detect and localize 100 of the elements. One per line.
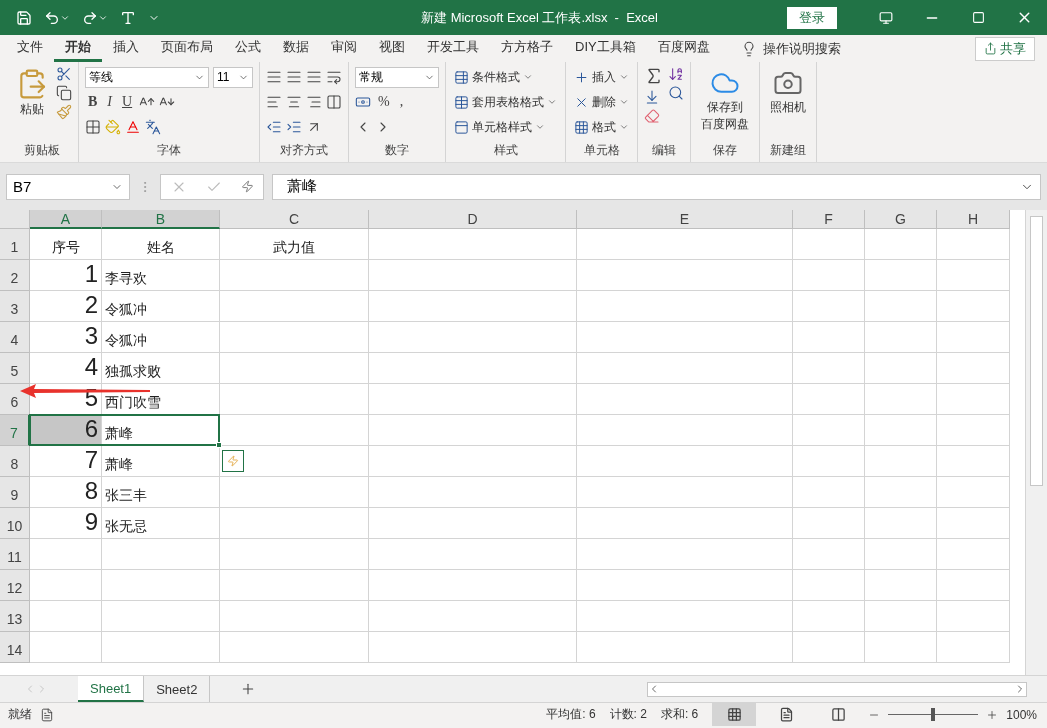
status-text: 就绪 bbox=[8, 706, 32, 723]
table-cell: 4 bbox=[30, 353, 102, 384]
sheet-tab[interactable]: Sheet1 bbox=[78, 676, 145, 702]
menu-tab[interactable]: 开始 bbox=[54, 35, 102, 62]
table-cell bbox=[30, 632, 102, 663]
vertical-scrollbar[interactable] bbox=[1025, 210, 1047, 675]
wrap-text-icon[interactable] bbox=[326, 69, 342, 85]
login-button[interactable]: 登录 bbox=[787, 6, 837, 29]
borders-icon[interactable] bbox=[85, 119, 101, 135]
name-box[interactable]: B7 bbox=[6, 173, 130, 200]
redo-icon[interactable] bbox=[82, 9, 108, 26]
row-header[interactable]: 3 bbox=[0, 291, 30, 322]
ribbon-large-button[interactable]: 保存到 百度网盘 bbox=[697, 66, 753, 142]
flash-fill-options-button[interactable] bbox=[222, 450, 244, 472]
row-header[interactable]: 2 bbox=[0, 260, 30, 291]
normal-view-icon[interactable] bbox=[712, 703, 757, 726]
column-header[interactable]: G bbox=[865, 210, 937, 229]
fill-color-icon[interactable] bbox=[105, 119, 121, 135]
bold-button[interactable]: B bbox=[85, 94, 101, 110]
row-header[interactable]: 1 bbox=[0, 229, 30, 260]
column-header[interactable]: F bbox=[793, 210, 865, 229]
tell-me-search[interactable]: 操作说明搜索 bbox=[762, 39, 841, 58]
column-header[interactable]: B bbox=[102, 210, 220, 229]
increase-indent-icon[interactable] bbox=[286, 119, 302, 135]
table-cell bbox=[30, 539, 102, 570]
ribbon-group-label: 字体 bbox=[156, 142, 182, 159]
row-header[interactable]: 5 bbox=[0, 353, 30, 384]
menu-tab[interactable]: 审阅 bbox=[320, 35, 368, 62]
save-icon[interactable] bbox=[16, 9, 32, 26]
ribbon-group-label: 保存 bbox=[712, 142, 738, 159]
ribbon-menu-button[interactable]: 单元格样式 bbox=[452, 116, 559, 138]
column-header[interactable]: A bbox=[30, 210, 102, 229]
horizontal-scrollbar[interactable] bbox=[647, 681, 1027, 697]
row-header[interactable]: 14 bbox=[0, 632, 30, 663]
ribbon-menu-button[interactable]: 格式 bbox=[572, 116, 631, 138]
menu-tab[interactable]: 百度网盘 bbox=[646, 35, 721, 62]
number-format-button[interactable]: % bbox=[375, 94, 393, 110]
phonetic-icon[interactable] bbox=[145, 119, 161, 135]
align-right-icon[interactable] bbox=[306, 94, 322, 110]
menu-tab[interactable]: 页面布局 bbox=[150, 35, 224, 62]
italic-button[interactable]: I bbox=[104, 94, 115, 110]
share-button[interactable]: 共享 bbox=[975, 36, 1035, 61]
ribbon-menu-button[interactable]: 删除 bbox=[572, 91, 631, 113]
menu-tab[interactable]: DIY工具箱 bbox=[564, 35, 647, 62]
menu-tab[interactable]: 公式 bbox=[224, 35, 272, 62]
align-bottom-icon[interactable] bbox=[306, 69, 322, 85]
align-left-icon[interactable] bbox=[266, 94, 282, 110]
underline-button[interactable]: U bbox=[119, 94, 136, 110]
cut-icon[interactable] bbox=[56, 66, 72, 82]
paste-button[interactable]: 粘贴 bbox=[12, 66, 52, 142]
row-header[interactable]: 8 bbox=[0, 446, 30, 477]
align-top-icon[interactable] bbox=[266, 69, 282, 85]
formula-field[interactable]: 萧峰 bbox=[272, 173, 1041, 200]
column-header[interactable]: D bbox=[369, 210, 577, 229]
align-middle-icon[interactable] bbox=[286, 69, 302, 85]
ribbon-menu-button[interactable]: 插入 bbox=[572, 66, 631, 88]
status-stat: 平均值: 6 bbox=[546, 706, 596, 723]
row-header[interactable]: 10 bbox=[0, 508, 30, 539]
number-format-field[interactable]: 常规 bbox=[355, 66, 439, 88]
ribbon-large-button[interactable]: 照相机 bbox=[766, 66, 810, 142]
menu-tab[interactable]: 文件 bbox=[6, 35, 54, 62]
column-header[interactable]: H bbox=[937, 210, 1010, 229]
menu-tab[interactable]: 方方格子 bbox=[490, 35, 564, 62]
row-header[interactable]: 6 bbox=[0, 384, 30, 415]
column-header[interactable]: E bbox=[577, 210, 793, 229]
menu-tab[interactable]: 插入 bbox=[102, 35, 150, 62]
table-cell: 姓名 bbox=[102, 229, 220, 260]
sort-filter-icon[interactable] bbox=[668, 66, 684, 82]
table-cell bbox=[865, 477, 937, 508]
number-format-button[interactable]: , bbox=[396, 94, 407, 110]
find-icon[interactable] bbox=[668, 85, 684, 101]
table-cell bbox=[793, 570, 865, 601]
decrease-indent-icon[interactable] bbox=[266, 119, 282, 135]
menu-tab[interactable]: 数据 bbox=[272, 35, 320, 62]
table-cell: 3 bbox=[30, 322, 102, 353]
table-cell: 7 bbox=[30, 446, 102, 477]
window-title: 新建 Microsoft Excel 工作表.xlsx - Excel bbox=[420, 8, 659, 27]
table-cell bbox=[793, 229, 865, 260]
table-cell bbox=[793, 353, 865, 384]
zoom-in-icon[interactable] bbox=[986, 708, 999, 721]
align-center-icon[interactable] bbox=[286, 94, 302, 110]
row-header[interactable]: 13 bbox=[0, 601, 30, 632]
row-header[interactable]: 4 bbox=[0, 322, 30, 353]
copy-icon[interactable] bbox=[56, 85, 72, 101]
ribbon-menu-button[interactable]: 条件格式 bbox=[452, 66, 559, 88]
row-header[interactable]: 11 bbox=[0, 539, 30, 570]
font-name-field[interactable]: 等线 bbox=[85, 66, 209, 88]
column-header[interactable]: C bbox=[220, 210, 369, 229]
merge-cells-icon[interactable] bbox=[326, 94, 342, 110]
row-header[interactable]: 12 bbox=[0, 570, 30, 601]
menu-tab[interactable]: 视图 bbox=[368, 35, 416, 62]
table-cell bbox=[865, 415, 937, 446]
row-header[interactable]: 7 bbox=[0, 415, 30, 446]
table-cell: 张无忌 bbox=[102, 508, 220, 539]
font-size-field[interactable]: 11 bbox=[213, 66, 253, 88]
undo-icon[interactable] bbox=[44, 9, 70, 26]
menu-tab[interactable]: 开发工具 bbox=[416, 35, 490, 62]
ribbon-menu-button[interactable]: 套用表格格式 bbox=[452, 91, 559, 113]
row-header[interactable]: 9 bbox=[0, 477, 30, 508]
currency-icon[interactable] bbox=[355, 94, 371, 110]
